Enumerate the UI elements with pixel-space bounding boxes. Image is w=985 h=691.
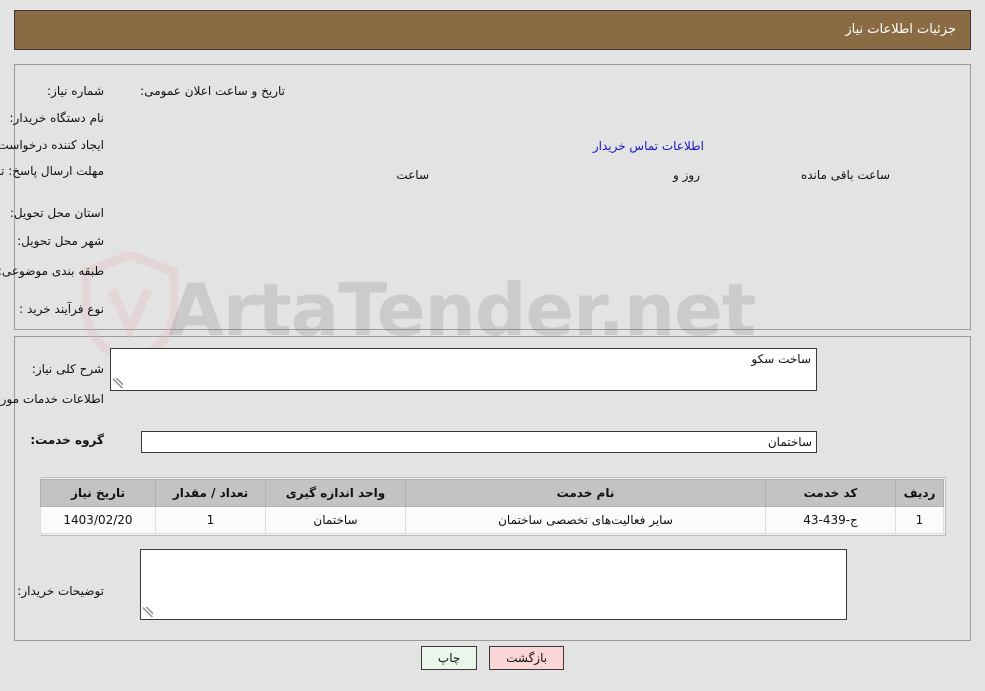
need-number-label: شماره نیاز: bbox=[47, 84, 104, 98]
back-button[interactable]: بازگشت bbox=[489, 646, 565, 670]
column-header-index: ردیف bbox=[895, 479, 944, 507]
buyer-org-label: نام دستگاه خریدار: bbox=[9, 111, 105, 125]
print-button[interactable]: چاپ bbox=[420, 646, 478, 670]
column-header-date: تاریخ نیاز bbox=[40, 479, 156, 507]
deadline-days-label: روز و bbox=[673, 168, 700, 182]
category-label: طبقه بندی موضوعی: bbox=[0, 264, 104, 278]
column-header-quantity: تعداد / مقدار bbox=[155, 479, 266, 507]
purchase-type-label: نوع فرآیند خرید : bbox=[19, 302, 104, 316]
deadline-remaining-label: ساعت باقی مانده bbox=[800, 168, 890, 182]
cell-quantity: 1 bbox=[155, 506, 266, 534]
services-table: ردیف کد خدمت نام خدمت واحد اندازه گیری ت… bbox=[40, 479, 944, 534]
deadline-hour-label: ساعت bbox=[396, 168, 429, 182]
services-table-wrapper: ردیف کد خدمت نام خدمت واحد اندازه گیری ت… bbox=[40, 477, 946, 536]
cell-index: 1 bbox=[895, 506, 944, 534]
cell-unit: ساختمان bbox=[265, 506, 406, 534]
action-button-bar: بازگشت چاپ bbox=[0, 646, 985, 670]
service-group-field[interactable]: ساختمان bbox=[141, 431, 817, 453]
column-header-name: نام خدمت bbox=[405, 479, 766, 507]
column-header-unit: واحد اندازه گیری bbox=[265, 479, 406, 507]
page-title: جزئیات اطلاعات نیاز bbox=[845, 22, 956, 37]
service-group-label: گروه خدمت: bbox=[30, 433, 104, 447]
province-label: استان محل تحویل: bbox=[9, 206, 104, 220]
general-description-textarea[interactable]: ساخت سکو bbox=[110, 348, 817, 391]
need-info-panel bbox=[14, 64, 971, 330]
cell-name: سایر فعالیت‌های تخصصی ساختمان bbox=[405, 506, 766, 534]
table-row: 1 ج-439-43 سایر فعالیت‌های تخصصی ساختمان… bbox=[40, 506, 944, 534]
cell-code: ج-439-43 bbox=[765, 506, 896, 534]
table-header-row: ردیف کد خدمت نام خدمت واحد اندازه گیری ت… bbox=[40, 479, 944, 507]
column-header-code: کد خدمت bbox=[765, 479, 896, 507]
announce-datetime-label: تاریخ و ساعت اعلان عمومی: bbox=[140, 84, 285, 98]
page-header: جزئیات اطلاعات نیاز bbox=[14, 10, 971, 50]
cell-need-date: 1403/02/20 bbox=[40, 506, 156, 534]
city-label: شهر محل تحویل: bbox=[17, 234, 104, 248]
general-description-label: شرح کلی نیاز: bbox=[31, 362, 104, 376]
creator-label: ایجاد کننده درخواست: bbox=[0, 138, 104, 152]
buyer-notes-textarea[interactable] bbox=[140, 549, 847, 620]
buyer-notes-label: توضیحات خریدار: bbox=[17, 584, 104, 598]
deadline-label: مهلت ارسال پاسخ: تا تاریخ: bbox=[0, 164, 104, 178]
buyer-contact-link[interactable]: اطلاعات تماس خریدار bbox=[593, 135, 704, 157]
services-info-heading: اطلاعات خدمات مورد نیاز bbox=[0, 392, 104, 406]
